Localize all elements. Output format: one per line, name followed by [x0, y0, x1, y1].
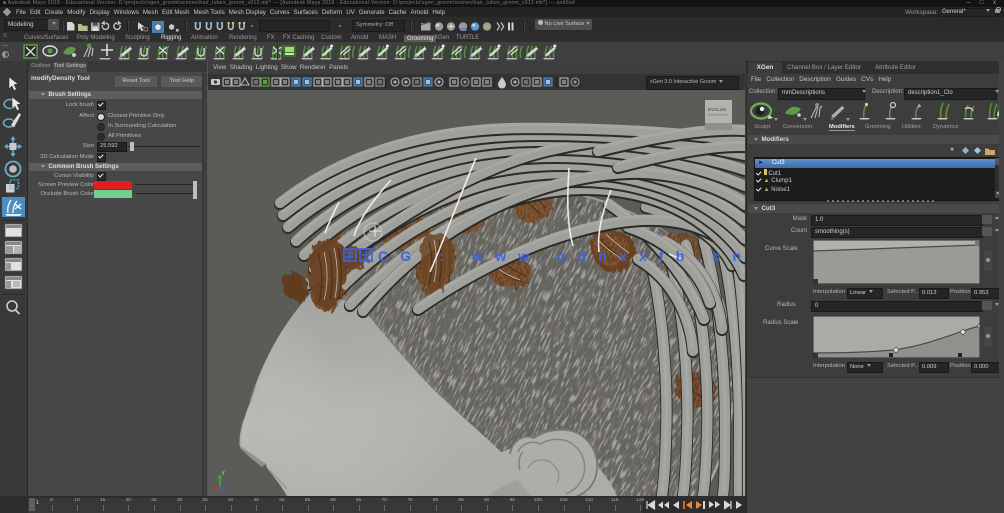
svg-text:EVCLUS: EVCLUS: [708, 107, 726, 112]
